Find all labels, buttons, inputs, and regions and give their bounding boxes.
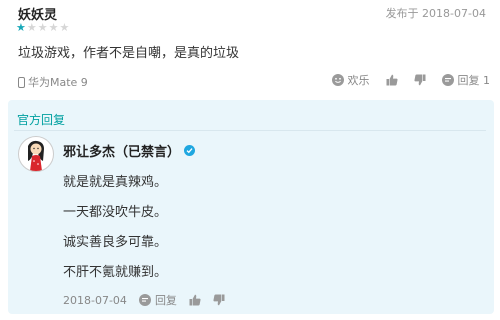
official-reply-label: 官方回复 xyxy=(17,113,66,127)
review-text: 垃圾游戏，作者不是自嘲，是真的垃圾 xyxy=(18,46,240,61)
fun-label: 欢乐 xyxy=(347,74,370,87)
reply-reply-label: 回复 xyxy=(154,294,177,307)
verified-icon xyxy=(184,145,196,156)
star-icon: ★ xyxy=(48,21,59,34)
comment-icon xyxy=(441,74,454,86)
like-button[interactable] xyxy=(386,74,398,86)
comment-icon xyxy=(138,294,151,306)
reply-line: 诚实善良多可靠。 xyxy=(63,235,168,250)
star-icon: ★ xyxy=(37,21,48,34)
divider xyxy=(14,130,486,131)
device-info: 华为Mate 9 xyxy=(18,74,88,90)
thumbs-up-icon xyxy=(386,74,398,86)
reply-date: 2018-07-04 xyxy=(63,293,127,307)
star-icon: ★ xyxy=(59,21,70,34)
post-date: 发布于 2018-07-04 xyxy=(385,7,486,20)
smile-icon xyxy=(331,74,344,86)
thumbs-down-icon xyxy=(413,74,426,86)
reply-line: 不肝不氪就赚到。 xyxy=(63,265,168,280)
reply-reply-button[interactable]: 回复 xyxy=(138,292,177,308)
reply-like-button[interactable] xyxy=(189,294,201,306)
avatar-illustration xyxy=(28,140,44,171)
thumbs-up-icon xyxy=(189,294,201,306)
thumbs-down-icon xyxy=(213,294,225,306)
reply-button[interactable]: 回复 1 xyxy=(441,72,491,88)
device-label: 华为Mate 9 xyxy=(28,76,88,89)
responder-name[interactable]: 邪让多杰（已禁言） xyxy=(63,141,180,160)
responder: 邪让多杰（已禁言） xyxy=(63,141,196,160)
reply-line: 就是就是真辣鸡。 xyxy=(63,175,168,190)
star-icon: ★ xyxy=(16,21,26,34)
review-actions: 欢乐 回复 1 xyxy=(331,72,491,88)
rating-stars: ★ ★ ★ ★ ★ xyxy=(16,22,69,34)
fun-button[interactable]: 欢乐 xyxy=(331,72,370,88)
reply-footer: 2018-07-04 回复 xyxy=(63,292,225,308)
dislike-button[interactable] xyxy=(413,74,426,86)
phone-icon xyxy=(18,76,25,88)
avatar[interactable] xyxy=(18,136,54,172)
reply-count-label: 回复 1 xyxy=(457,74,491,87)
reply-line: 一天都没吹牛皮。 xyxy=(63,205,168,220)
reply-dislike-button[interactable] xyxy=(213,294,225,306)
star-icon: ★ xyxy=(26,21,37,34)
